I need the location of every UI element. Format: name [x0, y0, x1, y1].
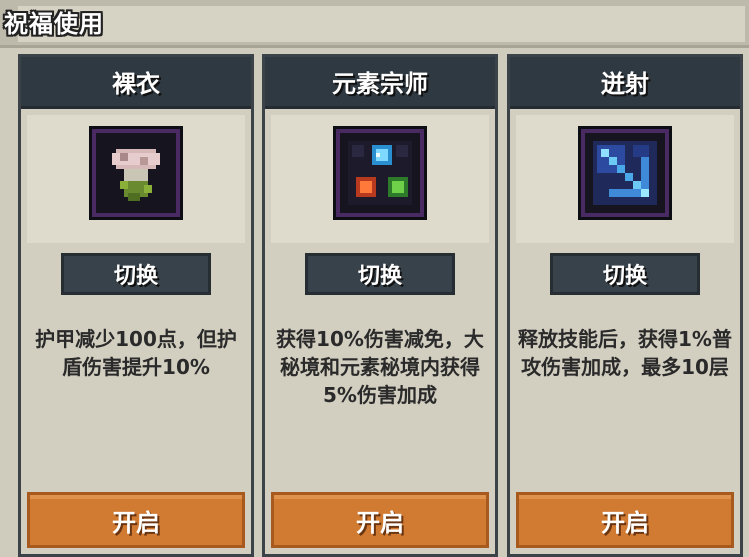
- blessing-name: 元素宗师: [265, 57, 495, 109]
- open-button[interactable]: 开启: [516, 492, 734, 548]
- page-title: 祝福使用: [4, 10, 104, 38]
- blessing-name: 迸射: [510, 57, 740, 109]
- blessing-description: 护甲减少100点，但护盾伤害提升10%: [35, 327, 237, 379]
- elemental-orbs-icon: [336, 129, 424, 217]
- header-strip: [18, 6, 745, 42]
- blessing-description: 获得10%伤害减免，大秘境和元素秘境内获得5%伤害加成: [276, 327, 484, 407]
- icon-area: [27, 115, 245, 243]
- open-button[interactable]: 开启: [27, 492, 245, 548]
- blessing-card-yuansu: 元素宗师 切换 获得10%伤害减免，大秘境和元素秘境内获得5%伤害加成 开启: [262, 54, 498, 557]
- icon-area: [516, 115, 734, 243]
- blessing-name: 裸衣: [21, 57, 251, 109]
- blessing-description: 释放技能后，获得1%普攻伤害加成，最多10层: [518, 327, 732, 379]
- header-bar: 祝福使用: [0, 0, 749, 48]
- armor-flower-icon: [92, 129, 180, 217]
- open-button[interactable]: 开启: [271, 492, 489, 548]
- icon-area: [271, 115, 489, 243]
- switch-button[interactable]: 切换: [61, 253, 211, 295]
- switch-button[interactable]: 切换: [550, 253, 700, 295]
- blessing-card-bengshe: 迸射 切换 释放技能后，获得1%普攻伤害加成，最多10层 开启: [507, 54, 743, 557]
- switch-button[interactable]: 切换: [305, 253, 455, 295]
- burst-arrows-icon: [581, 129, 669, 217]
- blessing-card-luoyi: 裸衣 切换 护甲减少100点，但护盾伤害提升10% 开启: [18, 54, 254, 557]
